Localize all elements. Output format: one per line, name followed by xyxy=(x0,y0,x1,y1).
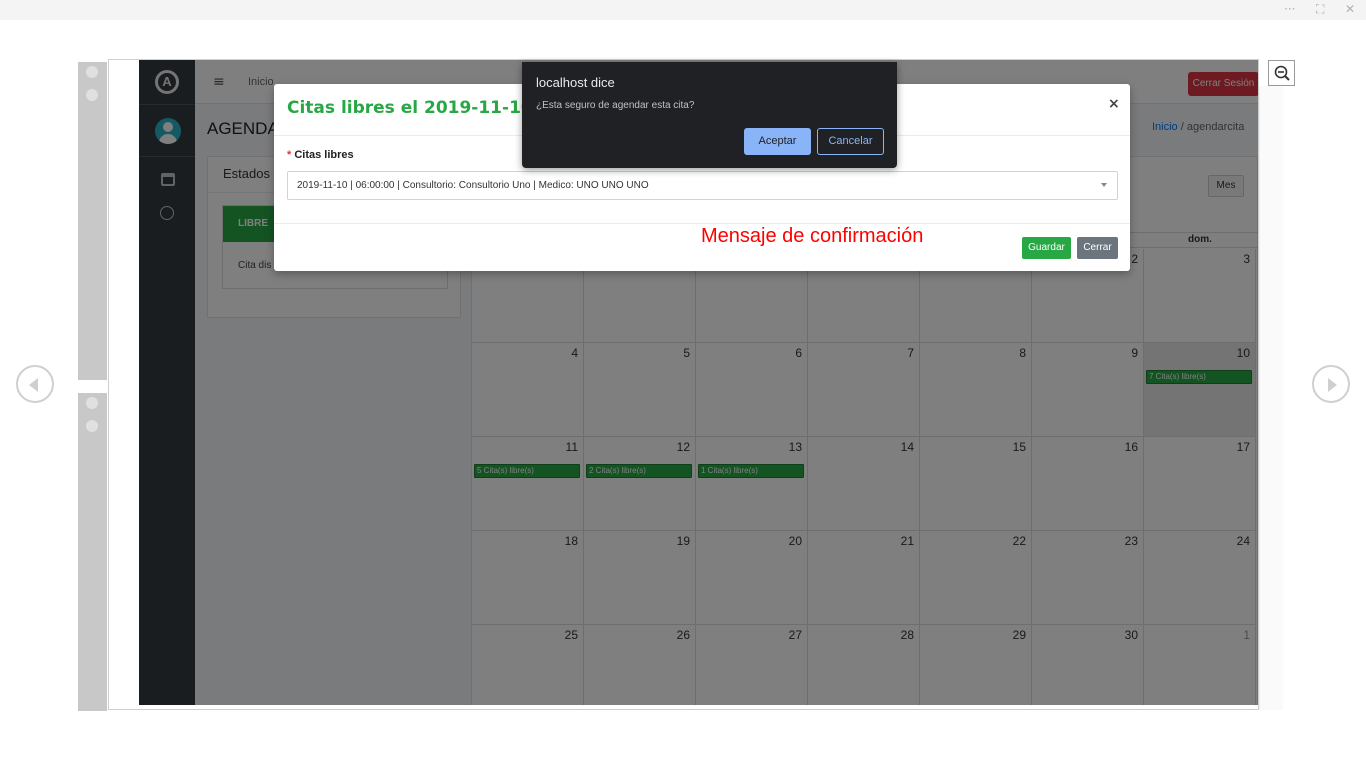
thumbnail-next[interactable] xyxy=(78,393,107,711)
thumbnail-avatar xyxy=(86,420,98,432)
chevron-down-icon xyxy=(1101,183,1107,187)
arrow-right-icon xyxy=(1328,378,1337,392)
thumbnail-logo xyxy=(86,397,98,409)
thumbnail-previous[interactable] xyxy=(78,62,107,380)
dialog-title: localhost dice xyxy=(536,75,615,90)
citas-field-label: * Citas libres xyxy=(287,149,354,161)
zoom-out-button[interactable] xyxy=(1268,60,1295,86)
fit-screen-icon[interactable]: ⛶ xyxy=(1316,2,1324,17)
thumbnail-logo xyxy=(86,66,98,78)
arrow-left-icon xyxy=(29,378,38,392)
required-mark: * xyxy=(287,149,292,161)
confirm-dialog: localhost dice ¿Esta seguro de agendar e… xyxy=(522,62,897,168)
modal-title: Citas libres el 2019-11-10 xyxy=(287,98,533,118)
citas-select[interactable]: 2019-11-10 | 06:00:00 | Consultorio: Con… xyxy=(287,171,1118,200)
citas-select-value: 2019-11-10 | 06:00:00 | Consultorio: Con… xyxy=(297,180,649,191)
close-modal-button[interactable]: Cerrar xyxy=(1077,237,1118,259)
thumbnail-side xyxy=(1259,86,1283,710)
previous-image-button[interactable] xyxy=(16,365,54,403)
confirmation-annotation: Mensaje de confirmación xyxy=(701,225,924,247)
modal-divider xyxy=(274,223,1130,224)
viewer-toolbar: ··· ⛶ ✕ xyxy=(0,0,1366,20)
citas-field-label-text: Citas libres xyxy=(294,149,354,161)
close-viewer-icon[interactable]: ✕ xyxy=(1345,2,1355,16)
zoom-out-icon xyxy=(1274,65,1290,81)
more-icon[interactable]: ··· xyxy=(1284,2,1295,16)
thumbnail-avatar xyxy=(86,89,98,101)
cancel-button[interactable]: Cancelar xyxy=(817,128,884,155)
accept-button[interactable]: Aceptar xyxy=(744,128,811,155)
save-button[interactable]: Guardar xyxy=(1022,237,1071,259)
modal-close-icon[interactable]: × xyxy=(1108,96,1120,112)
dialog-message: ¿Esta seguro de agendar esta cita? xyxy=(536,100,695,111)
next-image-button[interactable] xyxy=(1312,365,1350,403)
